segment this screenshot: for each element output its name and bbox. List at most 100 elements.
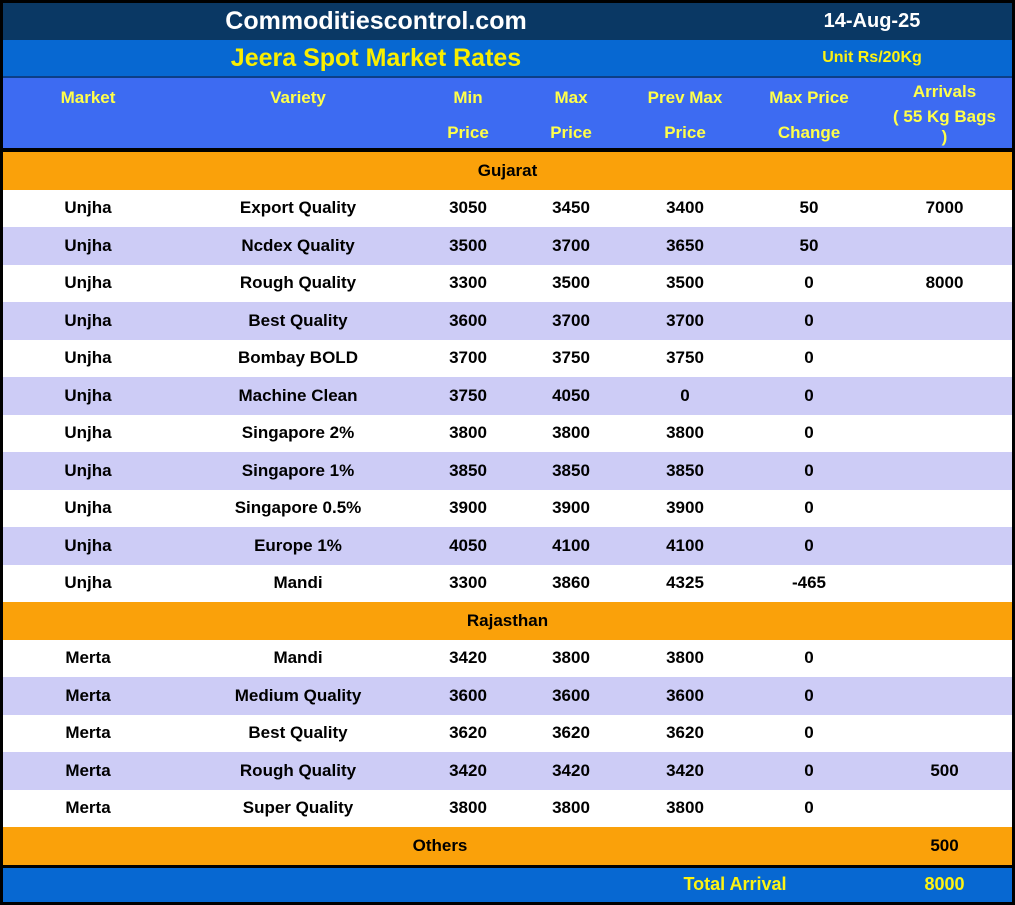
cell-variety: Singapore 1%: [173, 452, 423, 490]
cell-max-price: 3800: [513, 415, 629, 453]
column-header-row: MarketVarietyMinPriceMaxPricePrev MaxPri…: [3, 76, 1012, 148]
column-header-text: Change: [778, 118, 840, 148]
total-arrival-row: Total Arrival 8000: [3, 868, 1012, 902]
cell-arrivals: 500: [877, 752, 1012, 790]
cell-arrivals: [877, 452, 1012, 490]
cell-market: Unjha: [3, 377, 173, 415]
cell-max-price-change: 0: [741, 265, 877, 303]
cell-market: Unjha: [3, 190, 173, 228]
cell-prev-max-price: 3650: [629, 227, 741, 265]
cell-max-price: 4050: [513, 377, 629, 415]
cell-variety: Machine Clean: [173, 377, 423, 415]
cell-arrivals: 7000: [877, 190, 1012, 228]
section-header-rajasthan: Rajasthan: [3, 602, 1012, 640]
cell-prev-max-price: 3800: [629, 790, 741, 828]
cell-min-price: 3420: [423, 640, 513, 678]
cell-min-price: 3700: [423, 340, 513, 378]
cell-max-price-change: 0: [741, 677, 877, 715]
cell-variety: Rough Quality: [173, 752, 423, 790]
cell-arrivals: [877, 640, 1012, 678]
cell-market: Unjha: [3, 415, 173, 453]
cell-variety: Super Quality: [173, 790, 423, 828]
cell-market: Merta: [3, 752, 173, 790]
column-header-text: Prev Max: [648, 78, 723, 118]
report-body: Commoditiescontrol.com 14-Aug-25 Jeera S…: [3, 3, 1012, 902]
cell-market: Unjha: [3, 340, 173, 378]
unit-block: Unit Rs/20Kg: [732, 40, 1012, 76]
cell-max-price-change: 0: [741, 490, 877, 528]
cell-max-price: 3800: [513, 790, 629, 828]
cell-arrivals: [877, 227, 1012, 265]
cell-market: Unjha: [3, 452, 173, 490]
date-block: 14-Aug-25: [732, 3, 1012, 40]
cell-market: Unjha: [3, 490, 173, 528]
cell-variety: Export Quality: [173, 190, 423, 228]
total-arrival-label: Total Arrival: [629, 874, 877, 895]
cell-variety: Ncdex Quality: [173, 227, 423, 265]
column-header-arrivals: Arrivals( 55 Kg Bags): [877, 78, 1012, 148]
cell-prev-max-price: 3800: [629, 415, 741, 453]
column-header-max-price: MaxPrice: [513, 78, 629, 148]
site-title: Commoditiescontrol.com: [3, 7, 749, 36]
cell-prev-max-price: 3700: [629, 302, 741, 340]
cell-arrivals: [877, 527, 1012, 565]
cell-variety: Mandi: [173, 640, 423, 678]
column-header-text: Max: [554, 78, 587, 118]
cell-max-price: 3900: [513, 490, 629, 528]
cell-max-price-change: 0: [741, 452, 877, 490]
table-row: UnjhaExport Quality305034503400507000: [3, 190, 1012, 228]
cell-arrivals: [877, 677, 1012, 715]
cell-variety: Best Quality: [173, 715, 423, 753]
cell-max-price-change: 50: [741, 190, 877, 228]
cell-prev-max-price: 3750: [629, 340, 741, 378]
cell-arrivals: [877, 715, 1012, 753]
cell-max-price-change: 0: [741, 302, 877, 340]
cell-max-price-change: 0: [741, 640, 877, 678]
table-row: UnjhaNcdex Quality35003700365050: [3, 227, 1012, 265]
cell-prev-max-price: 3420: [629, 752, 741, 790]
cell-arrivals: [877, 565, 1012, 603]
table-body: GujaratUnjhaExport Quality30503450340050…: [3, 152, 1012, 827]
table-row: UnjhaBest Quality3600370037000: [3, 302, 1012, 340]
table-row: UnjhaMandi330038604325-465: [3, 565, 1012, 603]
unit-label: Unit Rs/20Kg: [822, 49, 922, 67]
cell-max-price: 4100: [513, 527, 629, 565]
cell-max-price-change: 0: [741, 790, 877, 828]
column-header-text: Price: [550, 118, 592, 148]
cell-min-price: 3050: [423, 190, 513, 228]
cell-max-price-change: 0: [741, 377, 877, 415]
total-arrival-value: 8000: [877, 874, 1012, 895]
cell-prev-max-price: 3500: [629, 265, 741, 303]
cell-market: Unjha: [3, 527, 173, 565]
cell-prev-max-price: 4100: [629, 527, 741, 565]
cell-max-price: 3850: [513, 452, 629, 490]
cell-prev-max-price: 3850: [629, 452, 741, 490]
table-row: UnjhaBombay BOLD3700375037500: [3, 340, 1012, 378]
jeera-spot-rates-report: Commoditiescontrol.com 14-Aug-25 Jeera S…: [0, 0, 1015, 905]
column-header-text: Price: [664, 118, 706, 148]
cell-prev-max-price: 3800: [629, 640, 741, 678]
column-header-text: Market: [61, 78, 116, 118]
cell-min-price: 3600: [423, 302, 513, 340]
cell-arrivals: [877, 790, 1012, 828]
cell-market: Merta: [3, 677, 173, 715]
cell-market: Merta: [3, 715, 173, 753]
cell-max-price: 3600: [513, 677, 629, 715]
cell-arrivals: 8000: [877, 265, 1012, 303]
cell-prev-max-price: 4325: [629, 565, 741, 603]
table-row: UnjhaSingapore 0.5%3900390039000: [3, 490, 1012, 528]
cell-prev-max-price: 3900: [629, 490, 741, 528]
others-arrivals: 500: [877, 827, 1012, 865]
column-header-text: ): [942, 127, 948, 148]
cell-arrivals: [877, 302, 1012, 340]
cell-prev-max-price: 3400: [629, 190, 741, 228]
cell-variety: Medium Quality: [173, 677, 423, 715]
column-header-text: Max Price: [769, 78, 848, 118]
column-header-prev-max-price: Prev MaxPrice: [629, 78, 741, 148]
top-bar: Commoditiescontrol.com 14-Aug-25: [3, 3, 1012, 40]
cell-min-price: 3750: [423, 377, 513, 415]
cell-max-price-change: 0: [741, 752, 877, 790]
cell-variety: Mandi: [173, 565, 423, 603]
column-header-variety: Variety: [173, 78, 423, 148]
cell-min-price: 3800: [423, 415, 513, 453]
